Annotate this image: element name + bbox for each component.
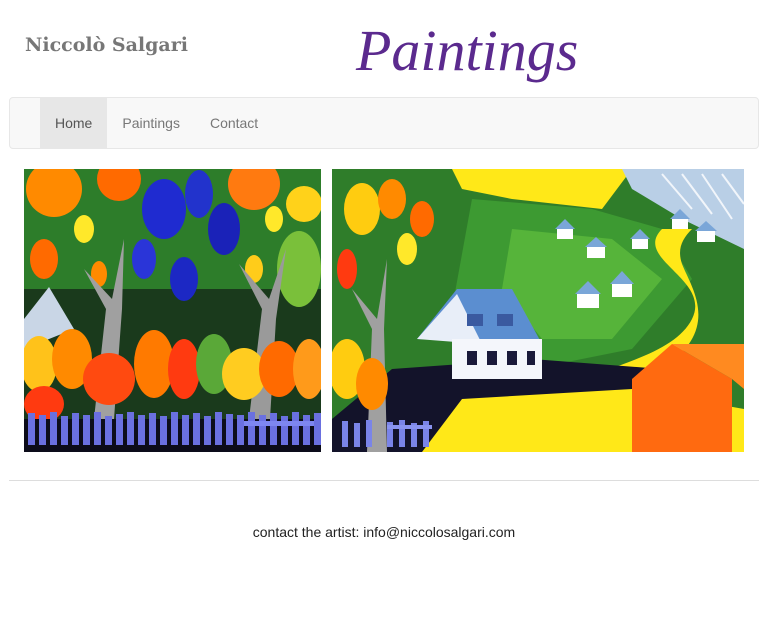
footer-contact: contact the artist: info@niccolosalgari.… — [252, 524, 516, 540]
artist-name: Niccolò Salgari — [25, 34, 188, 56]
nav-item-home[interactable]: Home — [40, 98, 108, 148]
footer-divider — [9, 480, 759, 481]
nav-item-paintings[interactable]: Paintings — [107, 98, 195, 148]
page-title: Paintings — [356, 18, 579, 83]
nav-list: Home Paintings Contact — [40, 98, 273, 148]
painting-trees-image — [24, 169, 321, 452]
painting-trees[interactable] — [24, 169, 321, 452]
navbar: Home Paintings Contact — [9, 97, 759, 149]
nav-item-contact[interactable]: Contact — [195, 98, 273, 148]
painting-village-image — [332, 169, 744, 452]
painting-village[interactable] — [332, 169, 744, 452]
